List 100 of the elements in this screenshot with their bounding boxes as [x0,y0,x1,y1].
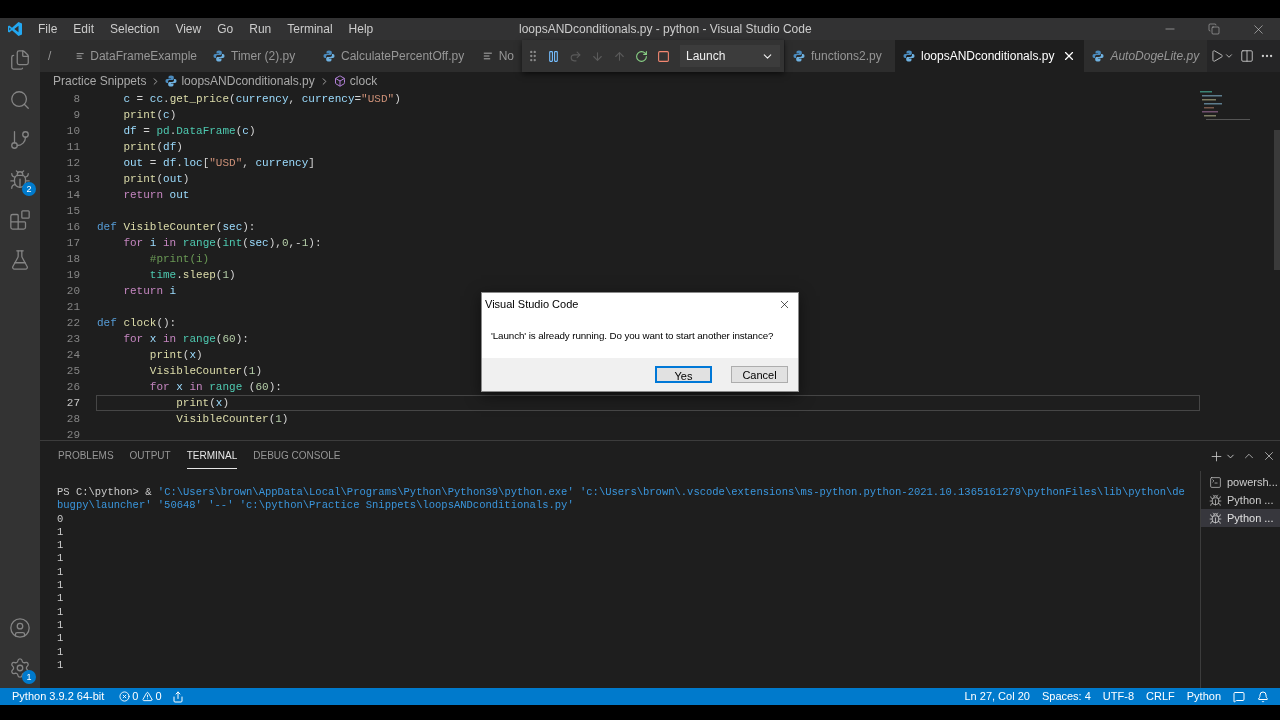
code-line: return out [122,187,190,203]
dialog-title: Visual Studio Code [485,296,579,312]
tab-label: Timer (2).py [231,48,296,65]
code-line: VisibleCounter(1) [148,363,263,379]
code-line: c = cc.get_price(currency, currency="USD") [122,91,401,107]
tab-label: / [48,48,52,65]
tab-label: DataFrameExample [90,48,197,65]
terminal-output: 1 [57,565,64,580]
status-item[interactable]: Ln 27, Col 20 [964,688,1030,705]
terminal-output: 1 [57,618,64,633]
status-item[interactable]: UTF-8 [1102,688,1134,705]
dialog-message: 'Launch' is already running. Do you want to start another instance? [491,330,774,341]
panel-tab[interactable]: OUTPUT [129,443,171,469]
line-number: 8 [72,91,80,107]
code-line: print(x) [148,347,203,363]
terminal-list-item[interactable]: Python ... [1201,491,1280,509]
menu-item[interactable]: Help [340,20,382,38]
breadcrumb-item[interactable]: loopsANDconditionals.py [181,72,315,90]
editor-tab[interactable]: functions2.py [785,40,895,72]
line-number: 19 [65,267,80,283]
editor-tab[interactable]: loopsANDconditionals.py [895,40,1085,72]
window-title: loopsANDconditionals.py - python - Visual Studio Code [519,21,812,38]
status-item[interactable]: Python [1186,688,1221,705]
line-number: 14 [65,187,80,203]
code-line: time.sleep(1) [148,267,236,283]
menu-item[interactable]: View [167,20,210,38]
line-number: 24 [65,347,80,363]
code-line: print(out) [122,171,190,187]
terminal-list-item[interactable]: powersh... [1201,473,1280,491]
panel-tab[interactable]: PROBLEMS [58,443,114,469]
line-number: 12 [65,155,80,171]
code-line: for x in range(60): [122,331,249,347]
status-item[interactable]: Python 3.9.2 64-bit [7,688,110,705]
status-item[interactable]: Spaces: 4 [1041,688,1091,705]
terminal-output: 1 [57,645,64,659]
terminal-output: 1 [57,539,64,553]
menu-item[interactable]: Selection [102,20,168,38]
code-line: return i [122,283,177,299]
terminal-output: 0 [57,512,64,526]
terminal-output: 1 [57,552,64,566]
activity-bar-item[interactable]: 1 [0,648,40,688]
line-number: 9 [72,107,80,123]
status-item[interactable]: CRLF [1146,688,1175,705]
menu-item[interactable]: Terminal [279,20,341,38]
line-number: 22 [65,315,80,331]
editor-tab[interactable]: No [475,40,522,72]
editor-tab[interactable]: / [40,40,68,72]
code-line: df = pd.DataFrame(c) [122,123,256,139]
breadcrumb-item[interactable]: clock [349,72,378,90]
tab-label: loopsANDconditionals.py [921,48,1055,65]
line-number: 28 [65,411,80,427]
code-line: for i in range(int(sec),0,-1): [122,235,322,251]
terminal-output: 1 [57,658,64,673]
tab-label: AutoDogeLite.py [1110,48,1200,65]
code-line: #print(i) [148,251,210,267]
line-number: 17 [65,235,80,251]
code-line: out = df.loc["USD", currency] [122,155,315,171]
terminal-output: 1 [57,605,64,619]
terminal-command: PS C:\python> & 'C:\Users\brown\AppData\Local\Programs\Python\Python39\python.exe' 'c:\Users\brown\.vscode\extensions\ms-python.python-2021.10.1365161279\pythonFiles\lib\python\debugpy\launcher' '50648' '--' 'c:\python\Practice Snippets\loopsANDconditionals.py' [57,486,1186,513]
terminal-output: 1 [57,592,64,606]
line-number: 27 [65,395,80,411]
count-badge: 2 [22,182,36,196]
activity-bar-item[interactable]: 2 [0,160,40,200]
terminal-list-item[interactable]: Python ... [1201,509,1280,527]
panel-tab[interactable]: DEBUG CONSOLE [253,443,341,469]
line-number: 10 [65,123,80,139]
terminal-output: 1 [57,632,64,646]
count-badge: 1 [22,670,36,684]
menu-item[interactable]: File [30,20,66,38]
code-line: print(df) [122,139,183,155]
code-line: def VisibleCounter(sec): [97,219,256,235]
menu-item[interactable]: Run [241,20,280,38]
line-number: 26 [65,379,80,395]
menu-item[interactable]: Edit [65,20,103,38]
problems-status[interactable]: 0 0 [119,688,162,705]
dialog-button[interactable]: Yes [655,366,712,383]
line-number: 18 [65,251,80,267]
code-line: print(c) [122,107,177,123]
line-number: 13 [65,171,80,187]
tab-label: functions2.py [811,48,882,65]
editor-tab[interactable]: AutoDogeLite.py [1084,40,1208,72]
line-number: 16 [65,219,80,235]
editor-tab[interactable]: Timer (2).py [205,40,315,72]
code-line: print(x) [175,395,230,411]
code-line: def clock(): [97,315,177,331]
code-line: VisibleCounter(1) [175,411,289,427]
dialog-button[interactable]: Cancel [731,366,788,383]
menu-item[interactable]: Go [209,20,242,38]
terminal-output: 1 [57,579,64,593]
line-number: 25 [65,363,80,379]
tab-label: CalculatePercentOff.py [341,48,465,65]
line-number: 21 [65,299,80,315]
breadcrumb-item[interactable]: Practice Snippets [53,72,147,90]
launch-config-dropdown[interactable]: Launch [680,45,780,67]
line-number: 20 [65,283,80,299]
panel-tab[interactable]: TERMINAL [186,443,238,469]
line-number: 15 [65,203,80,219]
tab-label: No [498,48,514,65]
editor-tab[interactable]: DataFrameExample [68,40,205,72]
editor-tab[interactable]: CalculatePercentOff.py [315,40,475,72]
